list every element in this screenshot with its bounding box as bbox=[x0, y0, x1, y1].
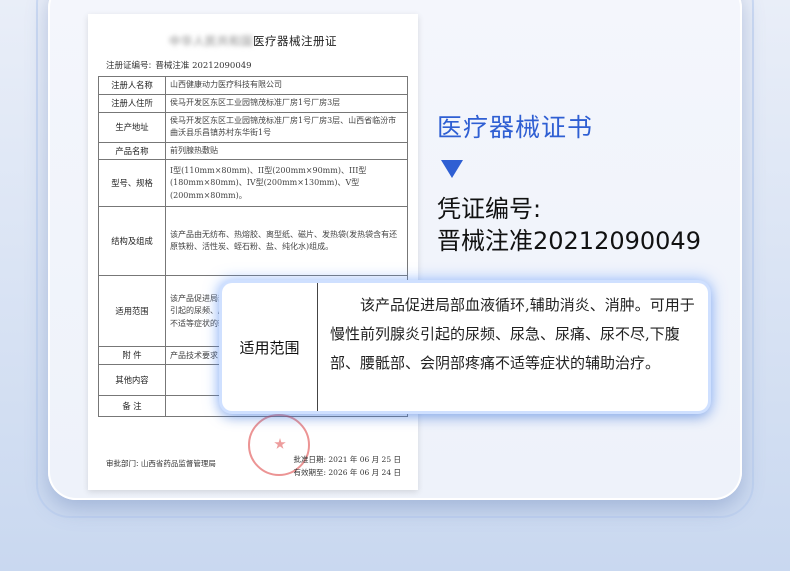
row-value: I型(110mm×80mm)、II型(200mm×90mm)、III型(180m… bbox=[165, 159, 408, 208]
scope-callout: 适用范围 该产品促进局部血液循环,辅助消炎、消肿。可用于慢性前列腺炎引起的尿频、… bbox=[222, 283, 708, 411]
row-value: 前列腺热敷贴 bbox=[165, 141, 408, 161]
table-row: 结构及组成 该产品由无纺布、热熔胶、离型纸、磁片、发热袋(发热袋含有还原铁粉、活性… bbox=[98, 206, 408, 277]
scope-callout-value: 该产品促进局部血液循环,辅助消炎、消肿。可用于慢性前列腺炎引起的尿频、尿急、尿痛… bbox=[330, 296, 695, 372]
row-value: 该产品由无纺布、热熔胶、离型纸、磁片、发热袋(发热袋含有还原铁粉、活性炭、蛭石粉… bbox=[165, 206, 408, 277]
row-key: 其他内容 bbox=[98, 364, 166, 397]
row-key: 结构及组成 bbox=[98, 206, 166, 277]
certificate-number-value: 晋械注准 20212090049 bbox=[155, 61, 252, 71]
row-key: 注册人住所 bbox=[98, 93, 166, 113]
table-row: 生产地址 侯马开发区东区工业园锦茂标准厂房1号厂房3层、山西省临汾市曲沃县乐昌镇苏… bbox=[98, 111, 408, 143]
certificate-number-block: 凭证编号: 晋械注准20212090049 bbox=[437, 193, 701, 257]
approver: 审批部门: 山西省药品监督管理局 bbox=[106, 458, 216, 469]
table-row: 产品名称 前列腺热敷贴 bbox=[98, 141, 408, 161]
page-heading: 医疗器械证书 bbox=[437, 113, 594, 142]
certificate-number-large: 晋械注准20212090049 bbox=[437, 227, 701, 255]
triangle-down-icon bbox=[441, 160, 463, 178]
expiry-date: 有效期至: 2026 年 06 月 24 日 bbox=[293, 467, 401, 477]
certificate-title-blurred: 中华人民共和国 bbox=[169, 34, 253, 48]
certificate-number: 注册证编号: 晋械注准 20212090049 bbox=[106, 59, 252, 71]
approver-label: 审批部门: bbox=[106, 459, 139, 468]
certificate-number-label: 注册证编号: bbox=[106, 61, 152, 71]
certificate-footer: 审批部门: 山西省药品监督管理局 批准日期: 2021 年 06 月 25 日 … bbox=[106, 455, 401, 477]
row-key: 备 注 bbox=[98, 395, 166, 418]
table-row: 注册人名称 山西健康动力医疗科技有限公司 bbox=[98, 76, 408, 95]
certificate-title: 中华人民共和国医疗器械注册证 bbox=[88, 33, 418, 49]
row-key: 产品名称 bbox=[98, 141, 166, 161]
certificate-title-text: 医疗器械注册证 bbox=[253, 34, 337, 48]
row-value: 侯马开发区东区工业园锦茂标准厂房1号厂房3层、山西省临汾市曲沃县乐昌镇苏村东华街… bbox=[165, 111, 408, 143]
table-row: 型号、规格 I型(110mm×80mm)、II型(200mm×90mm)、III型… bbox=[98, 159, 408, 208]
table-row: 注册人住所 侯马开发区东区工业园锦茂标准厂房1号厂房3层 bbox=[98, 93, 408, 113]
certificate-number-caption: 凭证编号: bbox=[437, 195, 542, 223]
row-key: 生产地址 bbox=[98, 111, 166, 143]
row-key: 注册人名称 bbox=[98, 76, 166, 95]
row-key: 附 件 bbox=[98, 346, 166, 366]
row-key: 型号、规格 bbox=[98, 159, 166, 208]
approver-value: 山西省药品监督管理局 bbox=[140, 459, 216, 468]
approval-date: 批准日期: 2021 年 06 月 25 日 bbox=[293, 455, 401, 464]
row-key: 适用范围 bbox=[98, 275, 166, 348]
certificate-dates: 批准日期: 2021 年 06 月 25 日 有效期至: 2026 年 06 月… bbox=[293, 454, 401, 480]
row-value: 侯马开发区东区工业园锦茂标准厂房1号厂房3层 bbox=[165, 93, 408, 113]
row-value: 山西健康动力医疗科技有限公司 bbox=[165, 76, 408, 95]
certificate-document: 中华人民共和国医疗器械注册证 注册证编号: 晋械注准 20212090049 注册… bbox=[88, 14, 418, 490]
scope-callout-key: 适用范围 bbox=[222, 283, 318, 411]
